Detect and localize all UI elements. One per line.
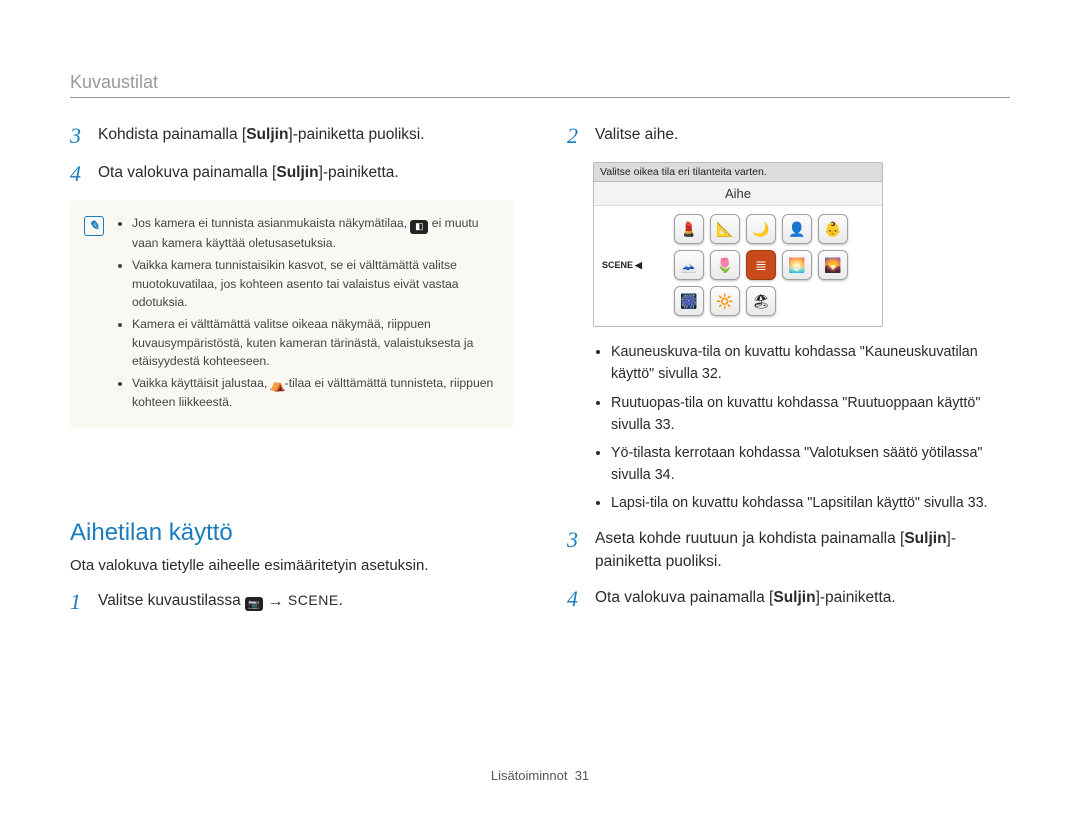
tripod-icon: ⛺ [271,378,285,392]
step-number: 1 [70,590,88,614]
step-text: Ota valokuva painamalla [Suljin]-painike… [98,162,513,186]
scene-mode-icon[interactable]: 🎆 [674,286,704,316]
step-4-right: 4 Ota valokuva painamalla [Suljin]-paini… [567,587,1010,611]
scene-label: SCENE◀ [602,260,642,271]
scene-label-text: SCENE [602,260,633,270]
section-header: Kuvaustilat [70,72,1010,98]
text: Ota valokuva painamalla [ [595,589,773,606]
bold: Suljin [246,126,288,143]
notes-bullet-list: Kauneuskuva-tila on kuvattu kohdassa "Ka… [593,341,1010,514]
note-item: Vaikka kamera tunnistaisikin kasvot, se … [132,256,495,311]
scene-mode-icon[interactable]: 🗻 [674,250,704,280]
step-text: Valitse kuvaustilassa 📷 → SCENE. [98,590,513,614]
text: Kohdista painamalla [ [98,126,246,143]
step-text: Aseta kohde ruutuun ja kohdista painamal… [595,528,1010,573]
camera-ui-figure: Valitse oikea tila eri tilanteita varten… [593,162,883,327]
scene-mode-icon[interactable]: 👤 [782,214,812,244]
camera-smart-icon: ◧ [410,220,428,234]
step-2-right: 2 Valitse aihe. [567,124,1010,148]
step-1-left: 1 Valitse kuvaustilassa 📷 → SCENE. [70,590,513,614]
note-list: Jos kamera ei tunnista asianmukaista näk… [118,214,495,414]
step-number: 4 [70,162,88,186]
text: Jos kamera ei tunnista asianmukaista näk… [132,216,410,230]
scene-mode-icon[interactable]: 💄 [674,214,704,244]
scene-mode-icon[interactable]: 🔆 [710,286,740,316]
note-item: Jos kamera ei tunnista asianmukaista näk… [132,214,495,252]
text: Valitse kuvaustilassa [98,592,245,609]
camera-ui-title: Aihe [594,182,882,206]
arrow-right-icon: → [263,593,288,610]
step-text: Kohdista painamalla [Suljin]-painiketta … [98,124,513,148]
step-3-left: 3 Kohdista painamalla [Suljin]-painikett… [70,124,513,148]
bullet-item: Yö-tilasta kerrotaan kohdassa "Valotukse… [611,442,1010,486]
bullet-item: Ruutuopas-tila on kuvattu kohdassa "Ruut… [611,392,1010,436]
subheading-aihetilan: Aihetilan käyttö [70,519,513,547]
two-column-layout: 3 Kohdista painamalla [Suljin]-painikett… [70,124,1010,628]
bullet-item: Lapsi-tila on kuvattu kohdassa "Lapsitil… [611,492,1010,514]
note-icon: ✎ [84,216,104,236]
scene-mode-icon[interactable]: 🌙 [746,214,776,244]
step-number: 3 [70,124,88,148]
right-column: 2 Valitse aihe. Valitse oikea tila eri t… [567,124,1010,628]
text: ]-painiketta. [816,589,896,606]
description-text: Ota valokuva tietylle aiheelle esimäärit… [70,557,513,574]
scene-mode-icon[interactable]: 🏖 [746,286,776,316]
text: ]-painiketta. [319,164,399,181]
text: Vaikka käyttäisit jalustaa, [132,376,271,390]
camera-icon: 📷 [245,597,263,611]
note-item: Vaikka käyttäisit jalustaa, ⛺-tilaa ei v… [132,374,495,411]
text: . [339,592,343,609]
camera-ui-hint: Valitse oikea tila eri tilanteita varten… [594,163,882,182]
text: ]-painiketta puoliksi. [288,126,424,143]
step-number: 4 [567,587,585,611]
note-item: Kamera ei välttämättä valitse oikeaa näk… [132,315,495,370]
scene-grid: 💄📐🌙👤👶 🗻🌷≣🌅🌄 🎆🔆🏖 [648,214,874,316]
bullet-item: Kauneuskuva-tila on kuvattu kohdassa "Ka… [611,341,1010,385]
step-number: 2 [567,124,585,148]
text: Ota valokuva painamalla [ [98,164,276,181]
scene-mode-icon[interactable]: 🌅 [782,250,812,280]
footer-section: Lisätoiminnot [491,768,568,783]
text: Aseta kohde ruutuun ja kohdista painamal… [595,530,904,547]
bold: Suljin [773,589,815,606]
page-footer: Lisätoiminnot 31 [0,768,1080,783]
scene-mode-icon[interactable]: ≣ [746,250,776,280]
scene-mode-label: SCENE [288,592,339,608]
step-text: Ota valokuva painamalla [Suljin]-painike… [595,587,1010,611]
step-number: 3 [567,528,585,573]
step-4-left: 4 Ota valokuva painamalla [Suljin]-paini… [70,162,513,186]
scene-mode-icon[interactable]: 👶 [818,214,848,244]
left-column: 3 Kohdista painamalla [Suljin]-painikett… [70,124,513,628]
scene-mode-icon[interactable]: 📐 [710,214,740,244]
note-box: ✎ Jos kamera ei tunnista asianmukaista n… [70,200,513,428]
bold: Suljin [904,530,946,547]
camera-ui-body: SCENE◀ 💄📐🌙👤👶 🗻🌷≣🌅🌄 🎆🔆🏖 [594,206,882,326]
bold: Suljin [276,164,318,181]
step-text: Valitse aihe. [595,124,1010,148]
scene-mode-icon[interactable]: 🌄 [818,250,848,280]
footer-page-number: 31 [575,768,589,783]
scene-mode-icon[interactable]: 🌷 [710,250,740,280]
chevron-left-icon: ◀ [635,260,642,271]
step-3-right: 3 Aseta kohde ruutuun ja kohdista painam… [567,528,1010,573]
